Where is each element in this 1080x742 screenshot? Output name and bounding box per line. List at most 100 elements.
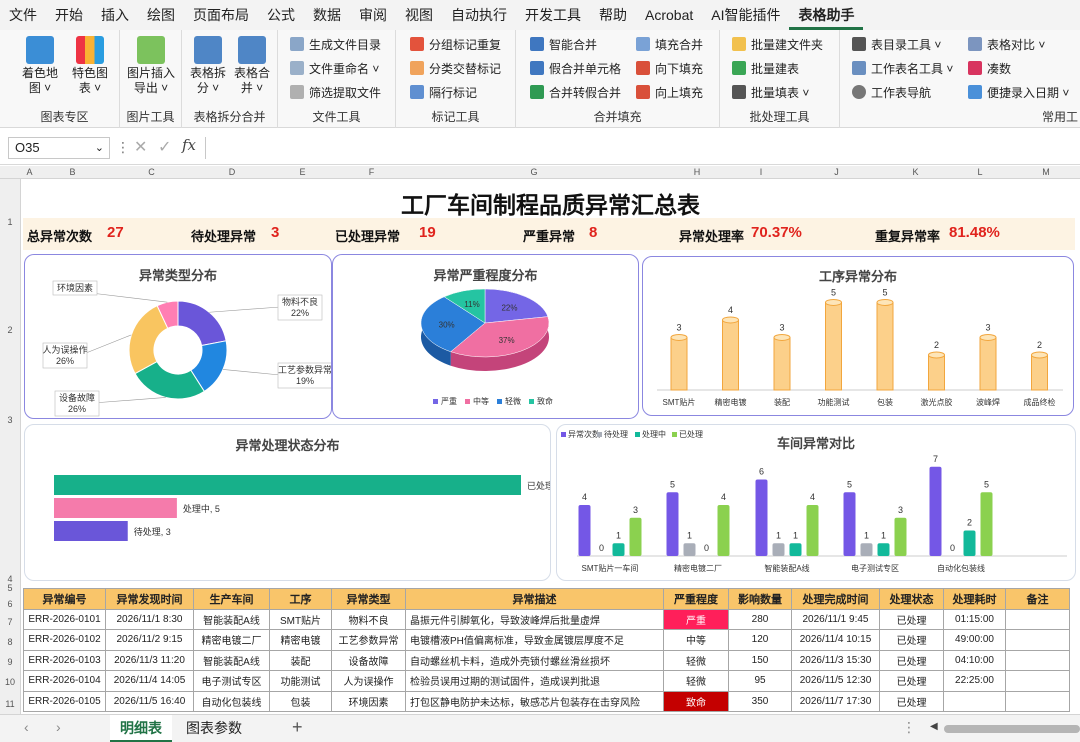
table-cell[interactable] xyxy=(1005,649,1070,671)
table-cell[interactable]: 已处理 xyxy=(879,629,944,651)
row-mark-button[interactable]: 隔行标记 xyxy=(410,82,477,104)
column-header-M[interactable]: M xyxy=(1012,166,1080,179)
table-cell[interactable]: 2026/11/4 10:15 xyxy=(791,629,880,651)
process-bar[interactable] xyxy=(670,336,688,391)
series-bar[interactable] xyxy=(683,543,696,556)
row-header-3[interactable]: 3 xyxy=(0,415,20,425)
table-cell[interactable]: 2026/11/5 12:30 xyxy=(791,670,880,692)
series-bar[interactable] xyxy=(666,492,679,556)
series-bar[interactable] xyxy=(612,543,625,556)
table-cell[interactable]: 已处理 xyxy=(879,690,944,712)
series-bar[interactable] xyxy=(789,543,802,556)
table-cell[interactable]: 物料不良 xyxy=(331,608,406,630)
column-header-cell[interactable]: 处理耗时 xyxy=(943,588,1006,610)
table-cell[interactable]: 2026/11/2 9:15 xyxy=(105,629,194,651)
hscroll-left-icon[interactable]: ◀ xyxy=(930,721,938,732)
table-cell[interactable]: 已处理 xyxy=(879,608,944,630)
menu-5[interactable]: 页面布局 xyxy=(184,0,258,30)
fill-down-button[interactable]: 向下填充 xyxy=(636,58,703,80)
table-cell[interactable]: 22:25:00 xyxy=(943,670,1006,692)
table-cell[interactable]: 电子测试专区 xyxy=(193,670,270,692)
row-header-5[interactable]: 5 xyxy=(0,583,20,593)
column-header-A[interactable]: A xyxy=(21,166,38,179)
confirm-icon[interactable]: ✓ xyxy=(158,137,171,157)
table-cell[interactable]: 人为误操作 xyxy=(331,670,406,692)
series-bar[interactable] xyxy=(755,479,768,557)
table-cell[interactable]: ERR-2026-0104 xyxy=(23,670,106,692)
table-cell[interactable]: 电镀槽液PH值偏离标准，导致金属镀层厚度不足 xyxy=(405,629,664,651)
menu-11[interactable]: 开发工具 xyxy=(516,0,590,30)
table-cell[interactable]: 致命 xyxy=(663,690,729,712)
column-header-cell[interactable]: 异常编号 xyxy=(23,588,106,610)
column-header-G[interactable]: G xyxy=(406,166,662,179)
column-header-J[interactable]: J xyxy=(790,166,883,179)
process-bar[interactable] xyxy=(876,301,894,391)
fill-up-button[interactable]: 向上填充 xyxy=(636,82,703,104)
table-cell[interactable]: 包装 xyxy=(269,690,332,712)
column-header-L[interactable]: L xyxy=(948,166,1012,179)
tab-detail[interactable]: 明细表 xyxy=(110,715,172,742)
status-bar[interactable] xyxy=(54,498,177,518)
process-bar[interactable] xyxy=(1031,354,1048,391)
alternate-mark-button[interactable]: 分类交替标记 xyxy=(410,58,501,80)
series-bar[interactable] xyxy=(963,530,976,557)
table-cell[interactable]: 晶振元件引脚氧化，导致波峰焊后批量虚焊 xyxy=(405,608,664,630)
table-cell[interactable]: 2026/11/3 11:20 xyxy=(105,649,194,671)
menu-13[interactable]: Acrobat xyxy=(636,0,702,30)
table-cell[interactable] xyxy=(1005,690,1070,712)
colored-map-button[interactable]: 着色地图 ˅ xyxy=(18,36,62,96)
sheet-name-button[interactable]: 工作表名工具 ˅ xyxy=(852,58,953,80)
generate-dir-button[interactable]: 生成文件目录 xyxy=(290,34,381,56)
table-cell[interactable]: 智能装配A线 xyxy=(193,649,270,671)
row-header-11[interactable]: 11 xyxy=(0,699,20,709)
table-cell[interactable] xyxy=(943,690,1006,712)
sheet-nav-button[interactable]: 工作表导航 xyxy=(852,82,931,104)
table-cell[interactable]: 350 xyxy=(728,690,792,712)
column-header-B[interactable]: B xyxy=(38,166,107,179)
column-header-cell[interactable]: 工序 xyxy=(269,588,332,610)
process-bar[interactable] xyxy=(928,354,945,391)
table-cell[interactable]: 设备故障 xyxy=(331,649,406,671)
column-header-cell[interactable]: 严重程度 xyxy=(663,588,729,610)
series-bar[interactable] xyxy=(894,517,907,556)
column-header-I[interactable]: I xyxy=(732,166,790,179)
table-cell[interactable] xyxy=(1005,608,1070,630)
table-cell[interactable]: 功能测试 xyxy=(269,670,332,692)
menu-4[interactable]: 绘图 xyxy=(138,0,184,30)
name-box[interactable]: O35 ⌄ xyxy=(8,137,110,159)
date-entry-button[interactable]: 便捷录入日期 ˅ xyxy=(968,82,1069,104)
series-bar[interactable] xyxy=(578,505,591,556)
process-bar[interactable] xyxy=(773,336,791,391)
table-cell[interactable]: 检验员误用过期的测试固件，造成误判批退 xyxy=(405,670,664,692)
column-header-cell[interactable]: 异常类型 xyxy=(331,588,406,610)
column-header-F[interactable]: F xyxy=(337,166,406,179)
table-cell[interactable]: 2026/11/3 15:30 xyxy=(791,649,880,671)
row-header-8[interactable]: 8 xyxy=(0,637,20,647)
table-compare-button[interactable]: 表格对比 ˅ xyxy=(968,34,1045,56)
smart-merge-button[interactable]: 智能合并 xyxy=(530,34,597,56)
column-header-D[interactable]: D xyxy=(196,166,268,179)
table-cell[interactable]: 01:15:00 xyxy=(943,608,1006,630)
row-header-10[interactable]: 10 xyxy=(0,677,20,687)
series-bar[interactable] xyxy=(877,543,890,556)
batch-fill-button[interactable]: 批量填表 ˅ xyxy=(732,82,809,104)
table-cell[interactable]: 环境因素 xyxy=(331,690,406,712)
column-header-E[interactable]: E xyxy=(268,166,337,179)
table-cell[interactable]: 轻微 xyxy=(663,670,729,692)
scroll-left-icon[interactable]: ‹ xyxy=(24,719,29,735)
column-header-K[interactable]: K xyxy=(883,166,948,179)
column-header-cell[interactable]: 异常发现时间 xyxy=(105,588,194,610)
menu-10[interactable]: 自动执行 xyxy=(442,0,516,30)
series-bar[interactable] xyxy=(806,505,819,556)
table-cell[interactable]: 严重 xyxy=(663,608,729,630)
convert-merge-button[interactable]: 合并转假合并 xyxy=(530,82,621,104)
menu-1[interactable]: 文件 xyxy=(0,0,46,30)
table-merge-button[interactable]: 表格合并 ˅ xyxy=(230,36,274,96)
group-mark-button[interactable]: 分组标记重复 xyxy=(410,34,501,56)
tab-chart-params[interactable]: 图表参数 xyxy=(176,715,252,742)
series-bar[interactable] xyxy=(717,505,730,556)
table-cell[interactable]: 已处理 xyxy=(879,670,944,692)
add-sheet-icon[interactable]: + xyxy=(292,717,303,738)
table-cell[interactable]: ERR-2026-0102 xyxy=(23,629,106,651)
table-cell[interactable] xyxy=(1005,670,1070,692)
